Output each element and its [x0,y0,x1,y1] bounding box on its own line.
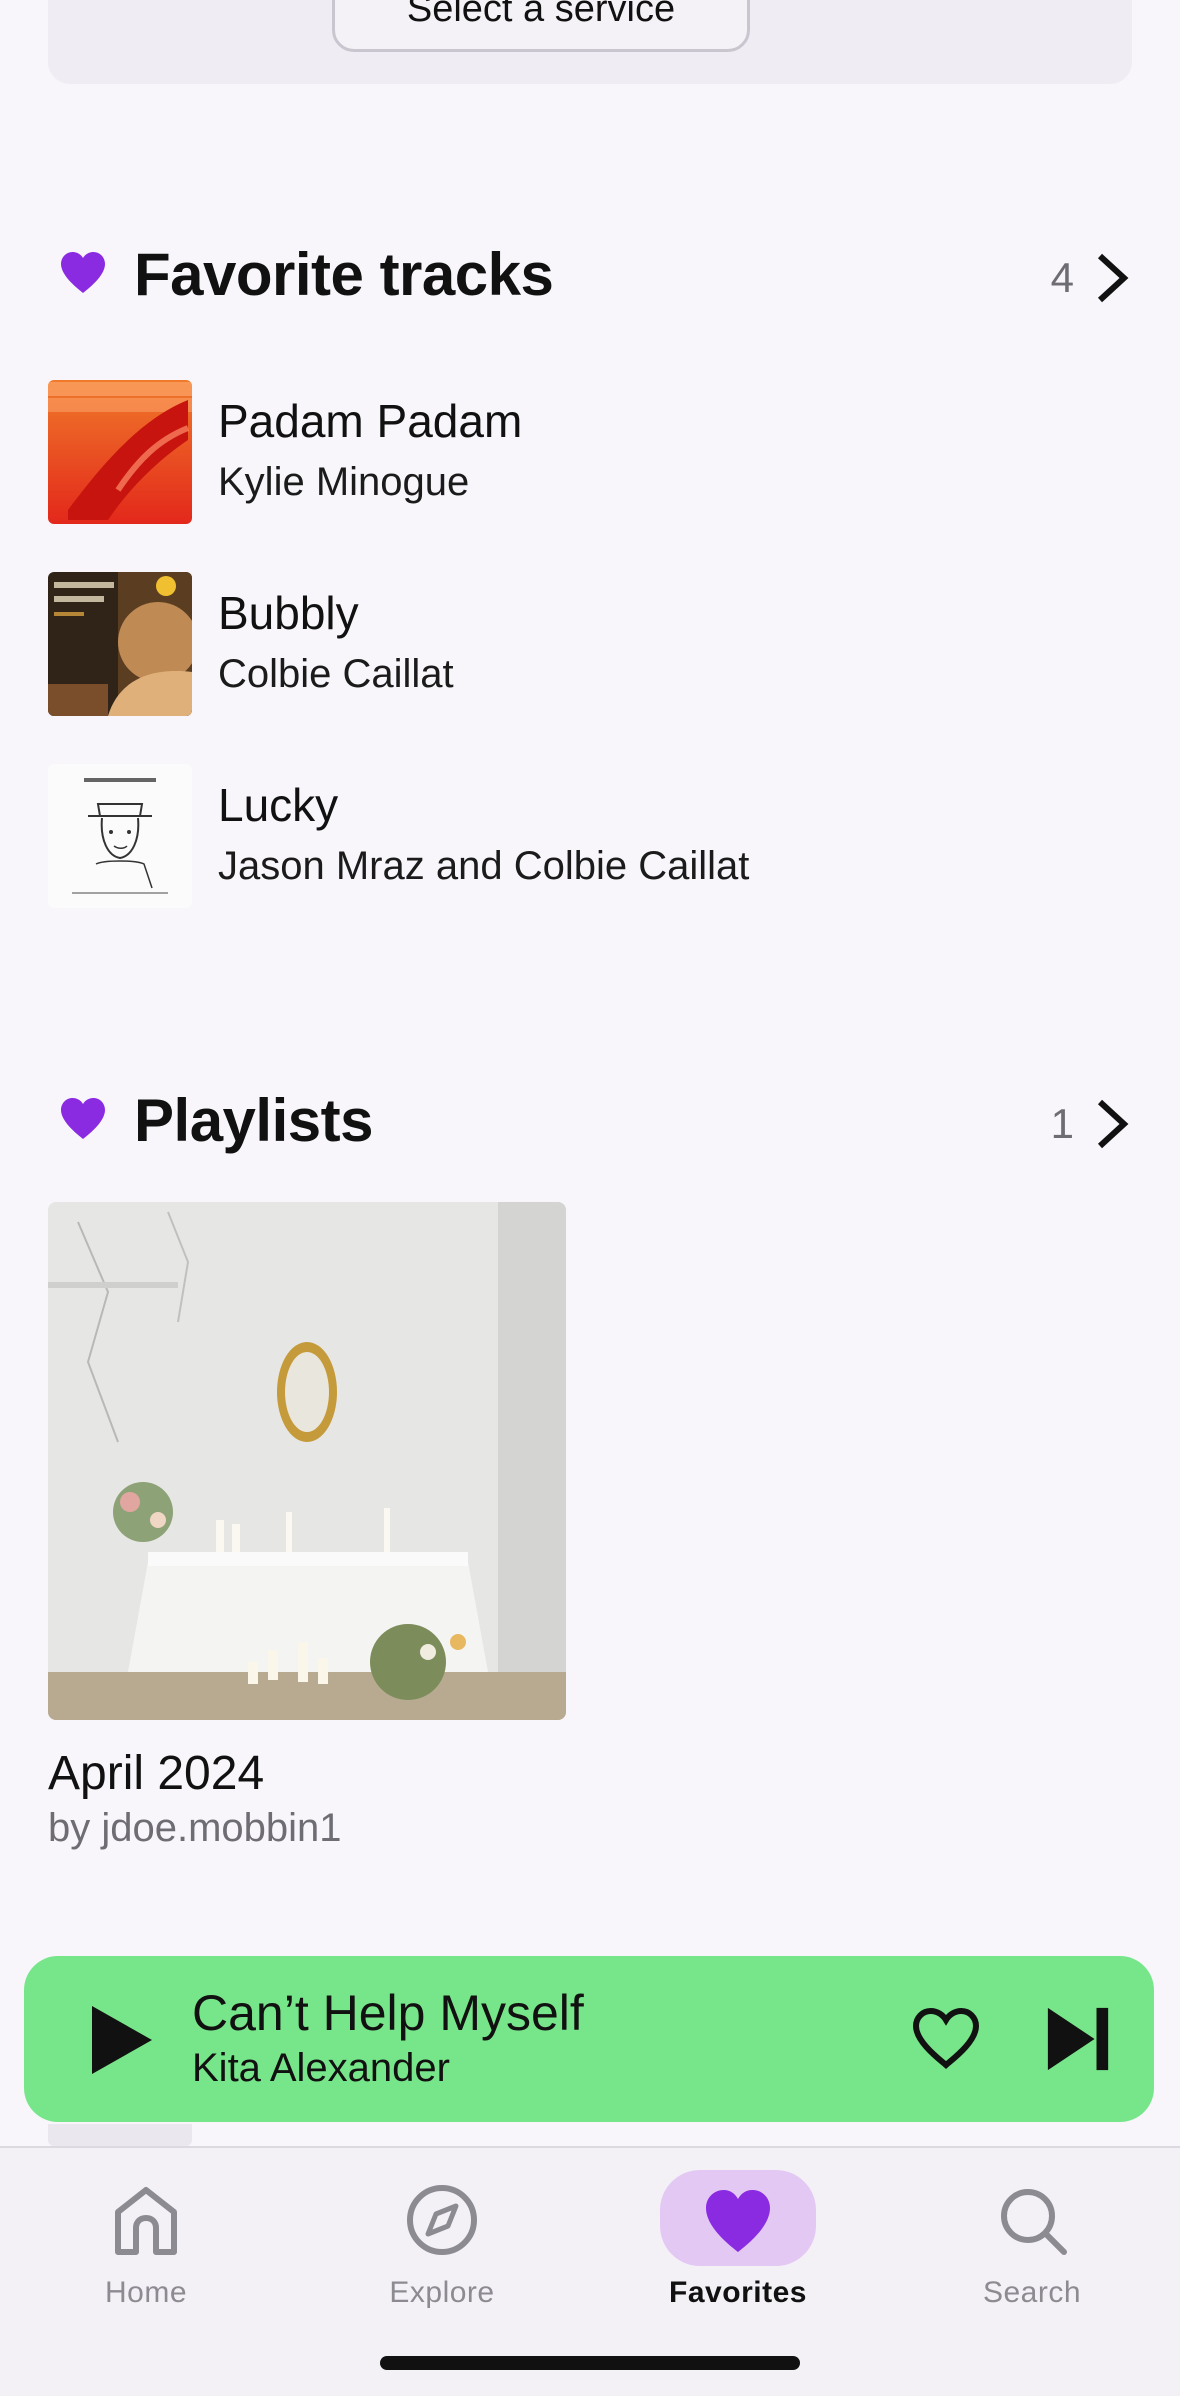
tab-label: Favorites [669,2276,807,2309]
playlist-name[interactable]: April 2024 [48,1746,264,1801]
track-artist: Kylie Minogue [218,460,470,504]
track-artist: Jason Mraz and Colbie Caillat [218,844,750,888]
tab-label: Search [982,2276,1082,2309]
track-name: Lucky [218,779,339,831]
tab-label: Explore [389,2276,495,2309]
section-title: Favorite tracks [134,241,554,308]
now-playing-bar[interactable]: Can’t Help Myself Kita Alexander [24,1956,1154,2122]
track-row[interactable]: Bubbly Colbie Caillat [48,572,1132,718]
favorite-tracks-header[interactable]: Favorite tracks 4 [48,230,1132,310]
album-art [48,764,192,908]
heart-icon [61,252,105,293]
now-playing-artist: Kita Alexander [192,2046,450,2090]
tab-favorites[interactable]: Favorites [638,2170,838,2310]
home-indicator [380,2356,800,2370]
track-name: Padam Padam [218,395,523,447]
heart-icon [61,1098,105,1139]
track-row[interactable]: Padam Padam Kylie Minogue [48,380,1132,526]
tab-search[interactable]: Search [932,2170,1132,2310]
playlists-header[interactable]: Playlists 1 [48,1076,1132,1156]
tab-explore[interactable]: Explore [342,2170,542,2310]
home-icon [115,2187,177,2255]
playlist-count: 1 [1050,1100,1074,1147]
scrolled-content-peek [48,2124,192,2146]
select-service-button[interactable]: Select a service [332,0,750,52]
now-playing-title: Can’t Help Myself [192,1985,584,2041]
skip-next-icon[interactable] [1044,2002,1114,2076]
tab-label: Home [104,2276,188,2309]
chevron-right-icon[interactable] [1092,1098,1132,1150]
track-row[interactable]: Lucky Jason Mraz and Colbie Caillat [48,764,1132,910]
chevron-right-icon[interactable] [1092,252,1132,304]
heart-outline-icon[interactable] [910,2004,982,2072]
playlist-owner: by jdoe.mobbin1 [48,1806,342,1850]
play-icon[interactable] [80,2000,160,2080]
album-art [48,572,192,716]
track-count: 4 [1050,254,1074,301]
search-icon [1001,2189,1067,2255]
album-art [48,380,192,524]
compass-icon [407,2185,477,2255]
section-title: Playlists [134,1087,374,1154]
tab-home[interactable]: Home [46,2170,246,2310]
favorites-page: Select a service Favorite tracks 4 Padam… [0,0,1180,2396]
playlist-cover[interactable] [48,1202,566,1720]
track-name: Bubbly [218,587,359,639]
track-artist: Colbie Caillat [218,652,454,696]
heart-icon [706,2190,770,2252]
